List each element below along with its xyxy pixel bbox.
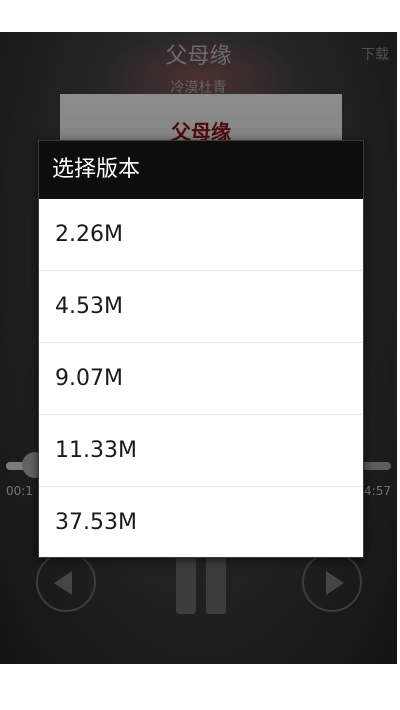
version-option[interactable]: 4.53M <box>39 271 363 343</box>
version-dialog: 选择版本 2.26M 4.53M 9.07M 11.33M 37.53M <box>38 140 364 558</box>
dialog-title: 选择版本 <box>39 141 363 199</box>
version-option[interactable]: 2.26M <box>39 199 363 271</box>
version-option[interactable]: 11.33M <box>39 415 363 487</box>
version-option[interactable]: 37.53M <box>39 487 363 559</box>
version-option[interactable]: 9.07M <box>39 343 363 415</box>
